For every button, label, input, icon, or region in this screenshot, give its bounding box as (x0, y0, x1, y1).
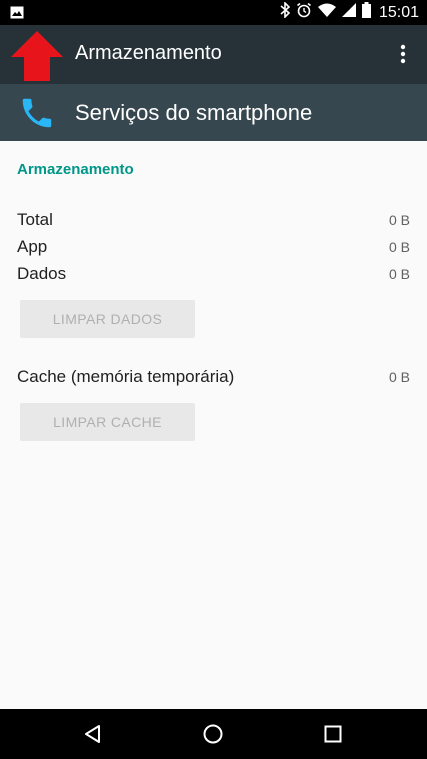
row-value: 0 B (388, 239, 410, 255)
row-value: 0 B (388, 212, 410, 228)
storage-row-cache: Cache (memória temporária) 0 B (17, 365, 410, 389)
status-bar: 15:01 (0, 0, 427, 25)
row-label: Dados (17, 264, 67, 283)
storage-row-app: App 0 B (17, 235, 410, 259)
back-triangle-icon[interactable] (63, 709, 123, 759)
clear-cache-button[interactable]: LIMPAR CACHE (20, 403, 195, 441)
app-bar: Armazenamento (0, 25, 427, 84)
more-vert-icon[interactable] (391, 41, 415, 69)
app-bar-title: Armazenamento (75, 42, 222, 64)
recents-square-icon[interactable] (303, 709, 363, 759)
phone-icon (18, 94, 56, 137)
home-circle-icon[interactable] (183, 709, 243, 759)
row-label: App (17, 237, 48, 256)
signal-icon (341, 3, 356, 22)
section-title: Armazenamento (17, 161, 134, 178)
navigation-bar (0, 709, 427, 759)
storage-row-total: Total 0 B (17, 208, 410, 232)
alarm-icon (296, 2, 312, 23)
wifi-icon (317, 3, 336, 22)
clear-data-button[interactable]: LIMPAR DADOS (20, 300, 195, 338)
arrow-back-icon[interactable] (10, 31, 64, 81)
row-value: 0 B (388, 266, 410, 282)
image-icon (10, 6, 24, 24)
app-name: Serviços do smartphone (75, 100, 313, 125)
row-label: Total (17, 210, 53, 229)
row-label: Cache (memória temporária) (17, 367, 235, 386)
storage-content: Armazenamento Total 0 B App 0 B Dados 0 … (0, 141, 427, 709)
row-value: 0 B (388, 369, 410, 385)
app-header: Serviços do smartphone (0, 84, 427, 141)
storage-row-data: Dados 0 B (17, 262, 410, 286)
bluetooth-icon (280, 1, 291, 23)
status-time: 15:01 (378, 3, 419, 21)
battery-icon (361, 2, 371, 23)
